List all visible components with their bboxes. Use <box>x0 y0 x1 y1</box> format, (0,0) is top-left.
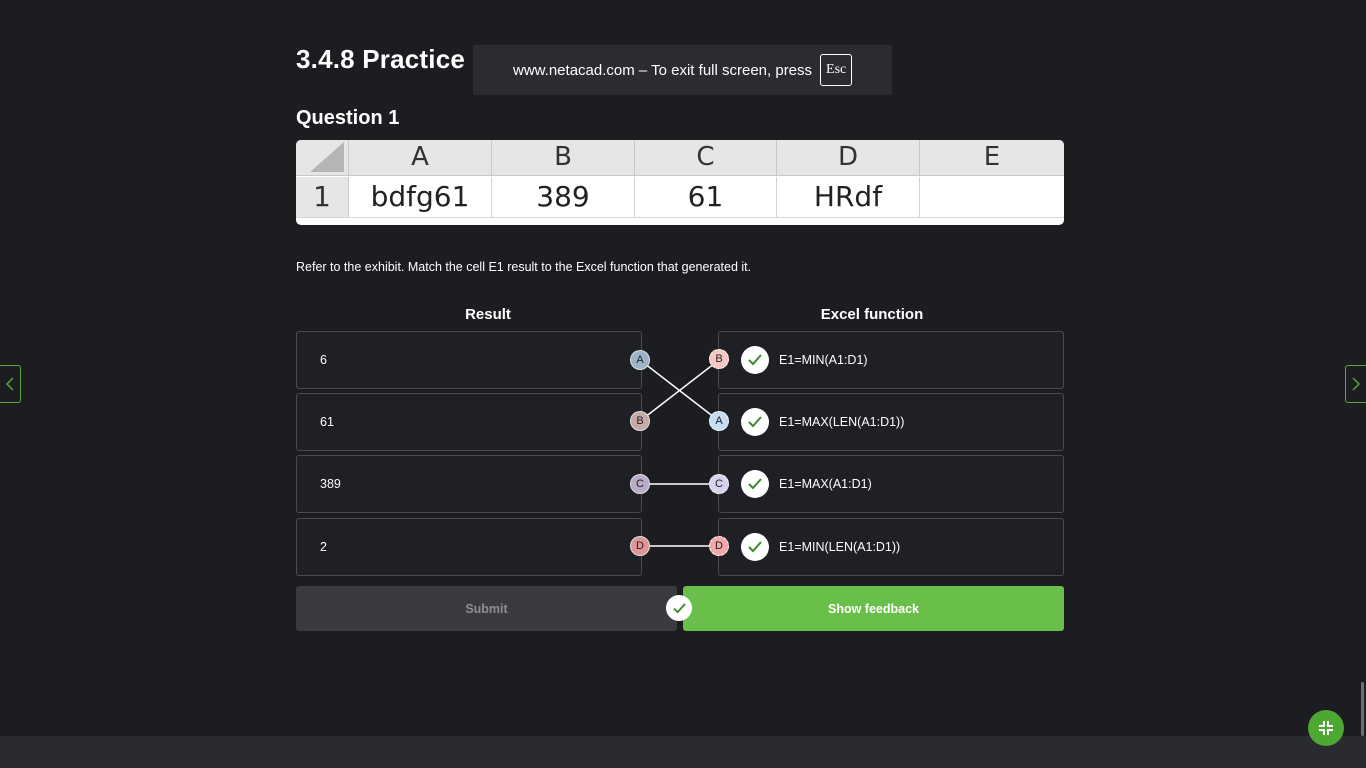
exhibit-cell: 61 <box>635 177 777 217</box>
function-node[interactable]: B <box>709 349 729 369</box>
function-item[interactable]: E1=MIN(LEN(A1:D1)) <box>718 518 1064 576</box>
show-feedback-button[interactable]: Show feedback <box>683 586 1064 631</box>
chevron-left-icon <box>6 377 14 391</box>
footer-bar <box>0 736 1366 768</box>
match-line <box>639 359 720 422</box>
result-column-heading: Result <box>465 306 511 323</box>
fullscreen-notice-text: www.netacad.com – To exit full screen, p… <box>513 61 813 79</box>
exhibit-spreadsheet: A B C D E 1 bdfg61 389 61 HRdf <box>296 140 1064 225</box>
page-title: 3.4.8 Practice I <box>296 44 480 74</box>
result-item[interactable]: 61 <box>296 393 642 451</box>
esc-key-badge: Esc <box>820 54 853 86</box>
question-instruction: Refer to the exhibit. Match the cell E1 … <box>296 260 752 274</box>
chevron-right-icon <box>1352 377 1360 391</box>
correct-check-icon <box>741 346 769 374</box>
exhibit-cell: HRdf <box>777 177 920 217</box>
exhibit-cell: 389 <box>492 177 635 217</box>
function-label: E1=MAX(A1:D1) <box>779 477 872 491</box>
function-item[interactable]: E1=MAX(LEN(A1:D1)) <box>718 393 1064 451</box>
next-page-button[interactable] <box>1345 365 1366 403</box>
exhibit-cell <box>920 177 1064 217</box>
exhibit-col-header: A <box>349 140 492 176</box>
exhibit-col-header: D <box>777 140 920 176</box>
correct-check-icon <box>741 470 769 498</box>
collapse-icon <box>1319 721 1333 735</box>
function-item[interactable]: E1=MAX(A1:D1) <box>718 455 1064 513</box>
result-node[interactable]: A <box>630 350 650 370</box>
submit-button[interactable]: Submit <box>296 586 677 631</box>
result-node[interactable]: C <box>630 474 650 494</box>
exhibit-col-header: B <box>492 140 635 176</box>
scrollbar-thumb[interactable] <box>1361 682 1364 736</box>
function-node[interactable]: A <box>709 411 729 431</box>
result-label: 389 <box>320 477 341 491</box>
result-label: 61 <box>320 415 334 429</box>
submitted-check-icon <box>666 595 692 621</box>
result-item[interactable]: 6 <box>296 331 642 389</box>
exhibit-corner <box>296 140 349 176</box>
result-label: 2 <box>320 540 327 554</box>
function-node[interactable]: C <box>709 474 729 494</box>
exhibit-gridline <box>296 217 1064 218</box>
function-column-heading: Excel function <box>820 306 924 323</box>
result-node[interactable]: B <box>630 411 650 431</box>
match-line <box>639 359 720 422</box>
correct-check-icon <box>741 408 769 436</box>
question-title: Question 1 <box>296 107 400 129</box>
exhibit-row-number: 1 <box>296 177 349 217</box>
correct-check-icon <box>741 533 769 561</box>
result-item[interactable]: 2 <box>296 518 642 576</box>
match-connection-lines <box>639 359 720 547</box>
function-label: E1=MAX(LEN(A1:D1)) <box>779 415 905 429</box>
exit-fullscreen-button[interactable] <box>1308 710 1344 746</box>
function-item[interactable]: E1=MIN(A1:D1) <box>718 331 1064 389</box>
result-label: 6 <box>320 353 327 367</box>
function-node[interactable]: D <box>709 536 729 556</box>
exhibit-cell: bdfg61 <box>349 177 492 217</box>
function-label: E1=MIN(A1:D1) <box>779 353 868 367</box>
exhibit-col-header: E <box>983 142 1001 172</box>
result-item[interactable]: 389 <box>296 455 642 513</box>
function-label: E1=MIN(LEN(A1:D1)) <box>779 540 901 554</box>
previous-page-button[interactable] <box>0 365 21 403</box>
result-node[interactable]: D <box>630 536 650 556</box>
fullscreen-notice: www.netacad.com – To exit full screen, p… <box>473 45 892 95</box>
exhibit-col-header: C <box>635 140 777 176</box>
